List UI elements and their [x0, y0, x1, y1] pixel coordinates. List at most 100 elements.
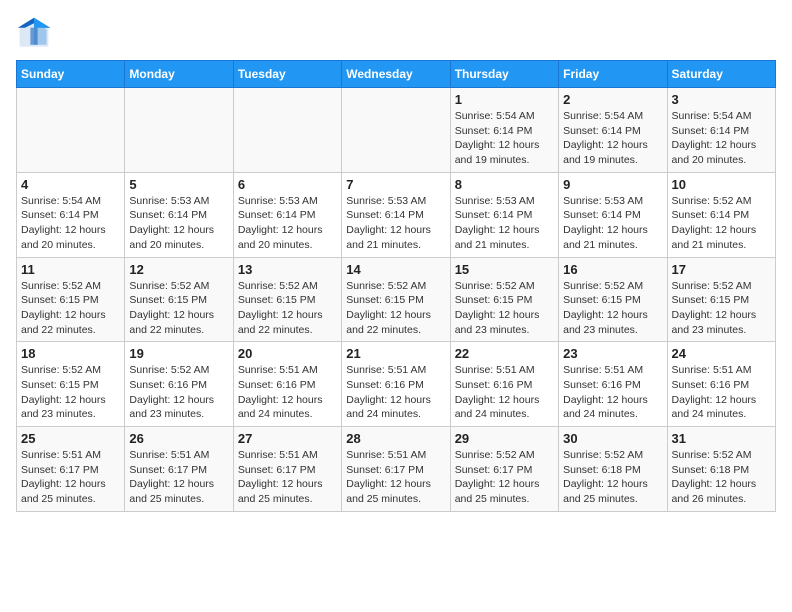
calendar-cell: 4 Sunrise: 5:54 AM Sunset: 6:14 PM Daylig… [17, 172, 125, 257]
calendar-cell: 19 Sunrise: 5:52 AM Sunset: 6:16 PM Dayli… [125, 342, 233, 427]
day-info: Sunrise: 5:51 AM Sunset: 6:17 PM Dayligh… [21, 448, 120, 507]
calendar-cell: 20 Sunrise: 5:51 AM Sunset: 6:16 PM Dayli… [233, 342, 341, 427]
calendar-cell: 10 Sunrise: 5:52 AM Sunset: 6:14 PM Dayli… [667, 172, 775, 257]
col-header-sunday: Sunday [17, 61, 125, 88]
col-header-wednesday: Wednesday [342, 61, 450, 88]
calendar-cell: 6 Sunrise: 5:53 AM Sunset: 6:14 PM Daylig… [233, 172, 341, 257]
day-number: 6 [238, 177, 337, 192]
day-number: 18 [21, 346, 120, 361]
day-number: 9 [563, 177, 662, 192]
calendar-cell: 12Sunrise: 5:52 AM Sunset: 6:15 PM Dayli… [125, 257, 233, 342]
week-row-4: 18 Sunrise: 5:52 AM Sunset: 6:15 PM Dayli… [17, 342, 776, 427]
day-number: 21 [346, 346, 445, 361]
calendar-cell: 18 Sunrise: 5:52 AM Sunset: 6:15 PM Dayli… [17, 342, 125, 427]
calendar-cell: 9 Sunrise: 5:53 AM Sunset: 6:14 PM Daylig… [559, 172, 667, 257]
day-number: 2 [563, 92, 662, 107]
day-number: 3 [672, 92, 771, 107]
day-number: 24 [672, 346, 771, 361]
calendar-cell: 15 Sunrise: 5:52 AM Sunset: 6:15 PM Dayli… [450, 257, 558, 342]
day-info: Sunrise: 5:53 AM Sunset: 6:14 PM Dayligh… [455, 194, 554, 253]
day-info: Sunrise: 5:52 AM Sunset: 6:15 PM Dayligh… [21, 363, 120, 422]
day-info: Sunrise: 5:51 AM Sunset: 6:17 PM Dayligh… [238, 448, 337, 507]
day-info: Sunrise: 5:53 AM Sunset: 6:14 PM Dayligh… [238, 194, 337, 253]
page-header [16, 16, 776, 52]
day-number: 20 [238, 346, 337, 361]
calendar-cell: 28 Sunrise: 5:51 AM Sunset: 6:17 PM Dayli… [342, 427, 450, 512]
day-info: Sunrise: 5:51 AM Sunset: 6:16 PM Dayligh… [563, 363, 662, 422]
calendar-cell: 22Sunrise: 5:51 AM Sunset: 6:16 PM Dayli… [450, 342, 558, 427]
day-number: 15 [455, 262, 554, 277]
day-info: Sunrise: 5:52 AM Sunset: 6:15 PM Dayligh… [346, 279, 445, 338]
col-header-friday: Friday [559, 61, 667, 88]
col-header-monday: Monday [125, 61, 233, 88]
logo [16, 16, 56, 52]
calendar-cell: 14 Sunrise: 5:52 AM Sunset: 6:15 PM Dayli… [342, 257, 450, 342]
day-number: 10 [672, 177, 771, 192]
calendar-cell: 24 Sunrise: 5:51 AM Sunset: 6:16 PM Dayli… [667, 342, 775, 427]
day-info: Sunrise: 5:52 AM Sunset: 6:14 PM Dayligh… [672, 194, 771, 253]
day-number: 11 [21, 262, 120, 277]
col-header-thursday: Thursday [450, 61, 558, 88]
day-info: Sunrise: 5:52 AM Sunset: 6:15 PM Dayligh… [672, 279, 771, 338]
day-number: 5 [129, 177, 228, 192]
logo-icon [16, 16, 52, 52]
week-row-5: 25Sunrise: 5:51 AM Sunset: 6:17 PM Dayli… [17, 427, 776, 512]
day-info: Sunrise: 5:51 AM Sunset: 6:17 PM Dayligh… [346, 448, 445, 507]
week-row-1: 1 Sunrise: 5:54 AM Sunset: 6:14 PM Daylig… [17, 88, 776, 173]
calendar-cell: 7Sunrise: 5:53 AM Sunset: 6:14 PM Daylig… [342, 172, 450, 257]
calendar-cell: 23 Sunrise: 5:51 AM Sunset: 6:16 PM Dayli… [559, 342, 667, 427]
day-number: 31 [672, 431, 771, 446]
calendar-cell: 3 Sunrise: 5:54 AM Sunset: 6:14 PM Daylig… [667, 88, 775, 173]
day-info: Sunrise: 5:52 AM Sunset: 6:16 PM Dayligh… [129, 363, 228, 422]
calendar-cell: 25Sunrise: 5:51 AM Sunset: 6:17 PM Dayli… [17, 427, 125, 512]
calendar-cell [233, 88, 341, 173]
day-info: Sunrise: 5:53 AM Sunset: 6:14 PM Dayligh… [129, 194, 228, 253]
day-number: 13 [238, 262, 337, 277]
calendar-cell: 21 Sunrise: 5:51 AM Sunset: 6:16 PM Dayli… [342, 342, 450, 427]
day-number: 29 [455, 431, 554, 446]
day-info: Sunrise: 5:51 AM Sunset: 6:16 PM Dayligh… [346, 363, 445, 422]
calendar-cell: 27Sunrise: 5:51 AM Sunset: 6:17 PM Dayli… [233, 427, 341, 512]
day-info: Sunrise: 5:51 AM Sunset: 6:16 PM Dayligh… [672, 363, 771, 422]
day-info: Sunrise: 5:54 AM Sunset: 6:14 PM Dayligh… [21, 194, 120, 253]
day-info: Sunrise: 5:52 AM Sunset: 6:18 PM Dayligh… [563, 448, 662, 507]
day-info: Sunrise: 5:54 AM Sunset: 6:14 PM Dayligh… [563, 109, 662, 168]
day-number: 17 [672, 262, 771, 277]
day-number: 8 [455, 177, 554, 192]
calendar-table: SundayMondayTuesdayWednesdayThursdayFrid… [16, 60, 776, 512]
day-number: 1 [455, 92, 554, 107]
day-number: 23 [563, 346, 662, 361]
day-number: 22 [455, 346, 554, 361]
week-row-2: 4 Sunrise: 5:54 AM Sunset: 6:14 PM Daylig… [17, 172, 776, 257]
calendar-cell: 30 Sunrise: 5:52 AM Sunset: 6:18 PM Dayli… [559, 427, 667, 512]
calendar-cell: 31 Sunrise: 5:52 AM Sunset: 6:18 PM Dayli… [667, 427, 775, 512]
day-info: Sunrise: 5:52 AM Sunset: 6:15 PM Dayligh… [238, 279, 337, 338]
header-row: SundayMondayTuesdayWednesdayThursdayFrid… [17, 61, 776, 88]
day-info: Sunrise: 5:52 AM Sunset: 6:18 PM Dayligh… [672, 448, 771, 507]
calendar-cell [125, 88, 233, 173]
day-info: Sunrise: 5:54 AM Sunset: 6:14 PM Dayligh… [672, 109, 771, 168]
calendar-cell: 29 Sunrise: 5:52 AM Sunset: 6:17 PM Dayli… [450, 427, 558, 512]
day-info: Sunrise: 5:53 AM Sunset: 6:14 PM Dayligh… [563, 194, 662, 253]
day-info: Sunrise: 5:51 AM Sunset: 6:17 PM Dayligh… [129, 448, 228, 507]
day-number: 28 [346, 431, 445, 446]
calendar-cell: 5 Sunrise: 5:53 AM Sunset: 6:14 PM Daylig… [125, 172, 233, 257]
calendar-cell: 2 Sunrise: 5:54 AM Sunset: 6:14 PM Daylig… [559, 88, 667, 173]
day-info: Sunrise: 5:52 AM Sunset: 6:17 PM Dayligh… [455, 448, 554, 507]
day-number: 26 [129, 431, 228, 446]
day-number: 30 [563, 431, 662, 446]
day-info: Sunrise: 5:52 AM Sunset: 6:15 PM Dayligh… [21, 279, 120, 338]
calendar-cell: 26 Sunrise: 5:51 AM Sunset: 6:17 PM Dayli… [125, 427, 233, 512]
day-info: Sunrise: 5:52 AM Sunset: 6:15 PM Dayligh… [129, 279, 228, 338]
day-number: 14 [346, 262, 445, 277]
day-number: 4 [21, 177, 120, 192]
day-number: 16 [563, 262, 662, 277]
calendar-cell [17, 88, 125, 173]
week-row-3: 11 Sunrise: 5:52 AM Sunset: 6:15 PM Dayli… [17, 257, 776, 342]
calendar-cell: 1Sunrise: 5:54 AM Sunset: 6:14 PM Daylig… [450, 88, 558, 173]
day-info: Sunrise: 5:51 AM Sunset: 6:16 PM Dayligh… [238, 363, 337, 422]
calendar-cell: 17 Sunrise: 5:52 AM Sunset: 6:15 PM Dayli… [667, 257, 775, 342]
day-info: Sunrise: 5:52 AM Sunset: 6:15 PM Dayligh… [455, 279, 554, 338]
col-header-tuesday: Tuesday [233, 61, 341, 88]
day-number: 19 [129, 346, 228, 361]
